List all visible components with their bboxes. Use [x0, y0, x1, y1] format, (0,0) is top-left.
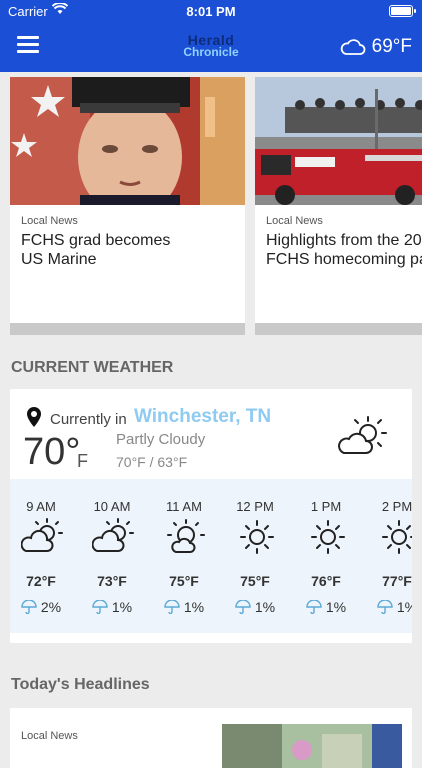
current-temp-unit: F	[77, 451, 88, 471]
news-card-category: Local News	[266, 215, 323, 227]
news-card[interactable]: Local News FCHS grad becomes US Marine	[10, 77, 245, 335]
sun-icon	[382, 520, 412, 554]
umbrella-icon	[21, 600, 37, 614]
umbrella-icon	[306, 600, 322, 614]
hour-temp: 72°F	[26, 573, 56, 589]
location-pin-icon	[27, 407, 41, 427]
hour-label: 12 PM	[236, 499, 274, 514]
herald-chronicle-logo[interactable]: Herald Chronicle	[178, 33, 244, 59]
news-card-title-line-1: FCHS grad becomes	[21, 232, 171, 249]
battery-tip	[414, 9, 416, 13]
status-bar: Carrier 8:01 PM	[0, 0, 422, 22]
hour-precip: 2%	[11, 599, 71, 615]
news-card-title: Highlights from the 2019 FCHS homecoming…	[266, 231, 422, 269]
news-carousel[interactable]: Local News FCHS grad becomes US Marine L…	[10, 77, 422, 335]
weather-summary: Currently in Winchester, TN 70° F Partly…	[10, 389, 412, 479]
news-card-title-line-2: FCHS homecoming parade	[266, 251, 422, 268]
hour-label: 2 PM	[381, 499, 412, 514]
partly-cloudy-icon	[21, 518, 63, 552]
umbrella-icon	[92, 600, 108, 614]
news-card-footer-bar	[255, 323, 422, 335]
news-card-image-marine	[10, 77, 245, 205]
todays-headlines-heading: Today's Headlines	[11, 676, 150, 693]
logo-line-2: Chronicle	[183, 45, 239, 59]
news-card-footer-bar	[10, 323, 245, 335]
news-card-category: Local News	[21, 215, 78, 227]
hour-temp: 73°F	[97, 573, 127, 589]
precip-chance: 1%	[111, 599, 133, 615]
current-condition: Partly Cloudy	[116, 431, 206, 448]
hour-precip: 1%	[154, 599, 214, 615]
hour-label: 10 AM	[93, 499, 131, 514]
currently-in-label: Currently in	[50, 411, 127, 428]
header-temp: 69°F	[371, 36, 412, 57]
hour-label: 11 AM	[166, 499, 202, 514]
header-weather-button[interactable]: 69°F	[340, 36, 412, 58]
headline-category: Local News	[21, 730, 78, 742]
umbrella-icon	[235, 600, 251, 614]
hourly-forecast[interactable]: 9 AM 72°F 2% 10 AM 73°F 1% 11 AM 75°F 1%…	[10, 479, 412, 633]
weather-card-footer	[10, 633, 412, 643]
news-card[interactable]: Local News Highlights from the 2019 FCHS…	[255, 77, 422, 335]
precip-chance: 1%	[254, 599, 276, 615]
news-card-title: FCHS grad becomes US Marine	[21, 231, 281, 269]
current-temp: 70°	[23, 431, 81, 473]
hamburger-menu-icon[interactable]	[17, 36, 39, 53]
hour-temp: 76°F	[311, 573, 341, 589]
sun-icon	[240, 520, 274, 554]
hour-temp: 75°F	[169, 573, 199, 589]
headline-thumbnail	[222, 724, 402, 768]
news-card-title-line-1: Highlights from the 2019	[266, 232, 422, 249]
partly-cloudy-icon	[92, 518, 134, 552]
hour-label: 9 AM	[26, 499, 56, 514]
precip-chance: 2%	[40, 599, 62, 615]
status-time: 8:01 PM	[186, 4, 236, 19]
app-header: Carrier 8:01 PM Herald Chronicle 69°F	[0, 0, 422, 72]
umbrella-icon	[164, 600, 180, 614]
mostly-sunny-icon	[167, 519, 205, 553]
cloud-icon	[340, 39, 366, 55]
hour-precip: 1%	[367, 599, 412, 615]
partly-cloudy-icon	[338, 416, 387, 454]
precip-chance: 1%	[325, 599, 347, 615]
weather-card[interactable]: Currently in Winchester, TN 70° F Partly…	[10, 389, 412, 643]
hour-temp: 77°F	[382, 573, 412, 589]
hour-precip: 1%	[296, 599, 356, 615]
hour-temp: 75°F	[240, 573, 270, 589]
umbrella-icon	[377, 600, 393, 614]
precip-chance: 1%	[396, 599, 412, 615]
current-weather-heading: CURRENT WEATHER	[11, 359, 174, 376]
news-card-title-line-2: US Marine	[21, 251, 97, 268]
headline-card[interactable]: Local News	[10, 708, 412, 768]
hour-label: 1 PM	[310, 499, 342, 514]
sun-icon	[311, 520, 345, 554]
city-name[interactable]: Winchester, TN	[134, 406, 271, 428]
battery-icon	[389, 5, 413, 17]
news-card-image-parade	[255, 77, 422, 205]
hour-precip: 1%	[82, 599, 142, 615]
high-low-temp: 70°F / 63°F	[116, 454, 188, 470]
hour-precip: 1%	[225, 599, 285, 615]
precip-chance: 1%	[183, 599, 205, 615]
